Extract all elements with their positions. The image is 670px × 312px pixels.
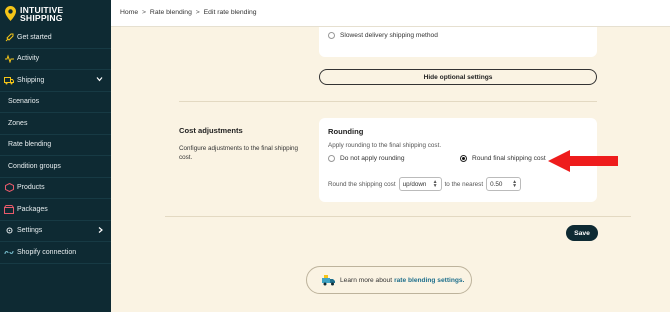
sidebar-item-packages[interactable]: Packages [0, 199, 111, 221]
logo-line2: SHIPPING [20, 12, 63, 23]
sidebar-item-zones[interactable]: Zones [0, 113, 111, 135]
sidebar-item-label: Settings [17, 227, 43, 235]
gear-icon [4, 226, 14, 236]
sidebar: INTUITIVE SHIPPING Get started Activity … [0, 0, 111, 312]
annotation-arrow-icon [548, 150, 618, 172]
box-icon [4, 183, 14, 193]
chevron-right-icon [98, 226, 103, 235]
optional-settings-panel: Slowest delivery shipping method [319, 27, 597, 57]
sidebar-item-get-started[interactable]: Get started [0, 27, 111, 49]
rounding-direction-value: up/down [402, 180, 427, 188]
rounding-middle-text: to the nearest [444, 180, 484, 188]
rounding-nearest-select[interactable]: 0.50 ▲ ▼ [486, 177, 522, 191]
learn-more-link[interactable]: rate blending settings. [394, 277, 464, 284]
sidebar-item-label: Packages [17, 205, 48, 213]
sidebar-nav: Get started Activity Shipping Scenarios … [0, 27, 111, 264]
sidebar-item-shipping[interactable]: Shipping [0, 70, 111, 92]
sidebar-item-label: Zones [8, 119, 28, 127]
sidebar-item-label: Shopify connection [17, 248, 77, 256]
learn-more-prefix: Learn more about [340, 276, 393, 284]
section-divider [165, 216, 631, 217]
learn-more-pill[interactable]: Learn more about rate blending settings. [306, 266, 472, 294]
select-arrows-icon: ▲ ▼ [432, 179, 438, 189]
package-icon [4, 204, 14, 214]
sidebar-item-scenarios[interactable]: Scenarios [0, 92, 111, 113]
top-bar: Home > Rate blending > Edit rate blendin… [111, 0, 670, 27]
pulse-icon [4, 54, 14, 64]
hide-optional-settings-button[interactable]: Hide optional settings [319, 69, 597, 85]
rounding-help-text: Apply rounding to the final shipping cos… [328, 142, 442, 149]
sidebar-item-label: Scenarios [8, 98, 40, 106]
logo-text: INTUITIVE SHIPPING [20, 5, 63, 23]
slowest-delivery-label: Slowest delivery shipping method [340, 32, 438, 39]
no-rounding-label: Do not apply rounding [340, 155, 405, 162]
truck-illustration-icon [321, 274, 336, 286]
section-divider [179, 101, 597, 102]
sidebar-item-label: Products [17, 184, 45, 192]
round-final-cost-option[interactable]: Round final shipping cost [460, 155, 546, 162]
breadcrumb-current: Edit rate blending [203, 9, 257, 16]
rounding-prefix-text: Round the shipping cost [328, 180, 396, 188]
rounding-nearest-value: 0.50 [490, 180, 503, 188]
breadcrumb-rate-blending[interactable]: Rate blending [150, 9, 192, 16]
chevron-down-icon [96, 77, 103, 84]
sidebar-item-label: Condition groups [8, 162, 61, 170]
no-rounding-option[interactable]: Do not apply rounding [328, 155, 405, 162]
sidebar-item-activity[interactable]: Activity [0, 49, 111, 70]
rounding-direction-select[interactable]: up/down ▲ ▼ [398, 177, 442, 191]
rocket-icon [4, 32, 14, 42]
sidebar-item-label: Get started [17, 33, 52, 41]
breadcrumb-separator: > [195, 9, 200, 16]
save-button[interactable]: Save [566, 225, 598, 241]
truck-icon [4, 75, 14, 85]
slowest-delivery-option[interactable]: Slowest delivery shipping method [328, 32, 438, 39]
app-logo[interactable]: INTUITIVE SHIPPING [0, 0, 111, 27]
link-icon [4, 247, 14, 257]
sidebar-item-label: Activity [17, 55, 40, 63]
sidebar-item-label: Rate blending [8, 141, 52, 149]
sidebar-item-shopify-connection[interactable]: Shopify connection [0, 242, 111, 264]
rounding-config-row: Round the shipping cost up/down ▲ ▼ to th… [328, 177, 524, 191]
sidebar-item-label: Shipping [17, 76, 45, 84]
slowest-delivery-radio[interactable] [328, 32, 335, 39]
breadcrumb-separator: > [142, 9, 147, 16]
rounding-title: Rounding [328, 127, 364, 136]
sidebar-item-products[interactable]: Products [0, 178, 111, 199]
round-final-cost-label: Round final shipping cost [472, 155, 546, 162]
cost-adjustments-title: Cost adjustments [179, 126, 243, 135]
sidebar-item-rate-blending[interactable]: Rate blending [0, 135, 111, 156]
no-rounding-radio[interactable] [328, 155, 335, 162]
sidebar-item-settings[interactable]: Settings [0, 221, 111, 242]
breadcrumb-home[interactable]: Home [120, 9, 138, 16]
cost-adjustments-description: Configure adjustments to the final shipp… [179, 145, 299, 161]
round-final-cost-radio[interactable] [460, 155, 467, 162]
breadcrumb: Home > Rate blending > Edit rate blendin… [120, 9, 257, 16]
select-arrows-icon: ▲ ▼ [512, 179, 518, 189]
sidebar-item-condition-groups[interactable]: Condition groups [0, 156, 111, 178]
location-pin-icon [5, 6, 16, 21]
